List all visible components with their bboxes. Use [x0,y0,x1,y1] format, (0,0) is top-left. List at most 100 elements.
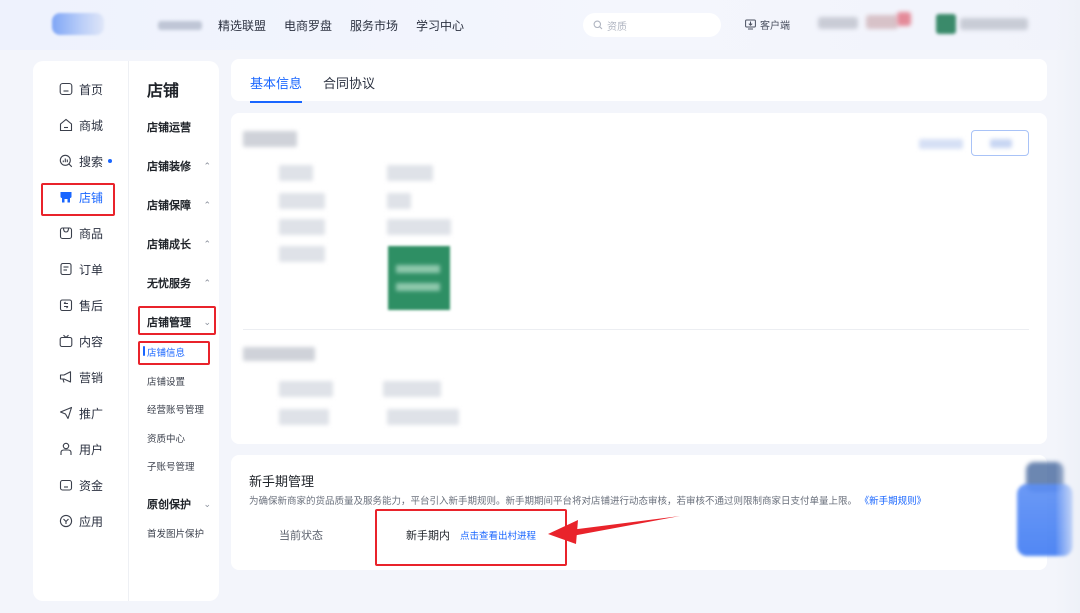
blurred-field-label [279,246,325,262]
subnav-group-shop-guarantee[interactable]: 店铺保障 ⌃ [147,197,211,213]
blurred-section-title [243,347,315,361]
sidebar-item-label: 订单 [79,262,104,277]
sidebar-item-label: 首页 [79,82,104,97]
primary-sidebar: 首页 商城 搜索 店铺 商品 订单 售后 内容 营销 推广 用户 资金 应用 [33,61,129,601]
sidebar-item-promote[interactable]: 推广 [59,402,103,424]
sidebar-item-home[interactable]: 首页 [59,78,103,100]
sidebar-item-funds[interactable]: 资金 [59,474,103,496]
blurred-link[interactable] [919,139,963,149]
blurred-field-label [279,193,325,209]
subnav-item-sub-accounts[interactable]: 子账号管理 [147,459,195,473]
sidebar-item-apps[interactable]: 应用 [59,510,103,532]
annotation-arrow-icon [548,516,680,544]
subnav-group-label: 店铺保障 [147,200,191,212]
tv-icon [59,334,73,348]
sidebar-item-label: 搜索 [79,154,104,169]
blurred-field-label [279,409,329,425]
shop-info-card [231,113,1047,444]
tab-basic-info[interactable]: 基本信息 [250,73,303,103]
subnav-title: 店铺 [147,83,180,100]
search-chart-icon [59,154,73,168]
sidebar-item-label: 应用 [79,514,104,529]
blurred-field-label [279,219,325,235]
sidebar-item-label: 用户 [79,442,104,457]
subnav-group-label: 店铺成长 [147,239,191,251]
annotation-box-shop-info [138,341,210,365]
subnav-group-original-protection[interactable]: 原创保护 ⌄ [147,496,211,512]
blurred-field-value [387,165,433,181]
new-indicator-dot [108,159,113,163]
subnav-group-label: 店铺运营 [147,122,191,134]
subnav-group-label: 无忧服务 [147,278,191,290]
newcomer-rules-link[interactable]: 《新手期规则》 [860,496,927,507]
blurred-field-value [387,409,459,425]
order-icon [60,262,72,276]
qr-code-image [388,246,450,310]
chevron-down-icon: ⌄ [203,498,211,509]
subnav-item-qualification-center[interactable]: 资质中心 [147,431,185,445]
client-download-link[interactable]: 客户端 [745,17,790,32]
sidebar-item-label: 推广 [79,406,104,421]
chevron-up-icon: ⌃ [203,277,211,288]
brand-logo[interactable] [52,13,104,35]
blurred-account-name[interactable] [960,18,1028,30]
search-placeholder: 资质 [607,21,627,33]
current-status-label: 当前状态 [279,530,323,542]
blurred-notice[interactable] [818,17,858,29]
subnav-group-shop-growth[interactable]: 店铺成长 ⌃ [147,236,211,252]
search-input[interactable]: 资质 [583,13,721,37]
blurred-badge [897,12,911,26]
mall-icon [59,118,73,132]
blurred-field-value [387,193,411,209]
megaphone-icon [59,371,72,383]
subnav-item-account-management[interactable]: 经营账号管理 [147,402,204,416]
sidebar-item-label: 商品 [79,226,104,241]
blurred-message[interactable] [866,15,898,29]
subnav-group-shop-decoration[interactable]: 店铺装修 ⌃ [147,158,211,174]
chevron-up-icon: ⌃ [203,160,211,171]
sidebar-item-label: 营销 [79,370,104,385]
avatar[interactable] [936,14,956,34]
promote-icon [59,406,73,420]
sidebar-item-marketing[interactable]: 营销 [59,366,103,388]
blurred-action-button[interactable] [971,130,1029,156]
sidebar-item-label: 商城 [79,118,104,133]
subnav-group-shop-operation[interactable]: 店铺运营 [147,119,211,135]
top-nav-item-learning[interactable]: 学习中心 [416,17,464,34]
sidebar-item-mall[interactable]: 商城 [59,114,103,136]
tab-bar: 基本信息 合同协议 [231,59,1047,103]
top-nav-item-service-market[interactable]: 服务市场 [350,17,398,34]
top-nav-item-compass[interactable]: 电商罗盘 [284,17,332,34]
sidebar-item-after-sale[interactable]: 售后 [59,294,103,316]
subnav-item-image-protection[interactable]: 首发图片保护 [147,526,204,540]
blurred-field-value [387,219,451,235]
wallet-icon [59,479,73,491]
sidebar-item-search[interactable]: 搜索 [59,150,113,172]
product-icon [59,227,73,240]
chevron-up-icon: ⌃ [203,199,211,210]
app-icon [59,514,73,528]
edge-fade [1055,0,1080,613]
sidebar-item-label: 内容 [79,334,104,349]
subnav-item-shop-settings[interactable]: 店铺设置 [147,374,185,388]
newcomer-description: 为确保新商家的货品质量及服务能力，平台引入新手期规则。新手期期间平台将对店铺进行… [249,493,926,507]
qr-code-stripe [396,265,440,273]
sidebar-item-label: 资金 [79,478,104,493]
client-label: 客户端 [760,21,790,32]
annotation-box-status [375,509,567,566]
blurred-field-label [279,381,333,397]
tab-contract[interactable]: 合同协议 [323,73,375,92]
top-nav-blurred-item[interactable] [158,20,202,30]
qr-code-stripe [396,283,440,291]
sidebar-item-user[interactable]: 用户 [59,438,103,460]
download-icon [745,19,756,30]
subnav-group-worry-free[interactable]: 无忧服务 ⌃ [147,275,211,291]
annotation-box-shop [41,183,115,216]
subnav-group-label: 店铺装修 [147,161,191,173]
sidebar-item-content[interactable]: 内容 [59,330,103,352]
top-nav-item-alliance[interactable]: 精选联盟 [218,17,266,34]
sidebar-item-order[interactable]: 订单 [59,258,103,280]
section-divider [243,329,1029,330]
sidebar-item-label: 售后 [79,298,104,313]
sidebar-item-product[interactable]: 商品 [59,222,103,244]
